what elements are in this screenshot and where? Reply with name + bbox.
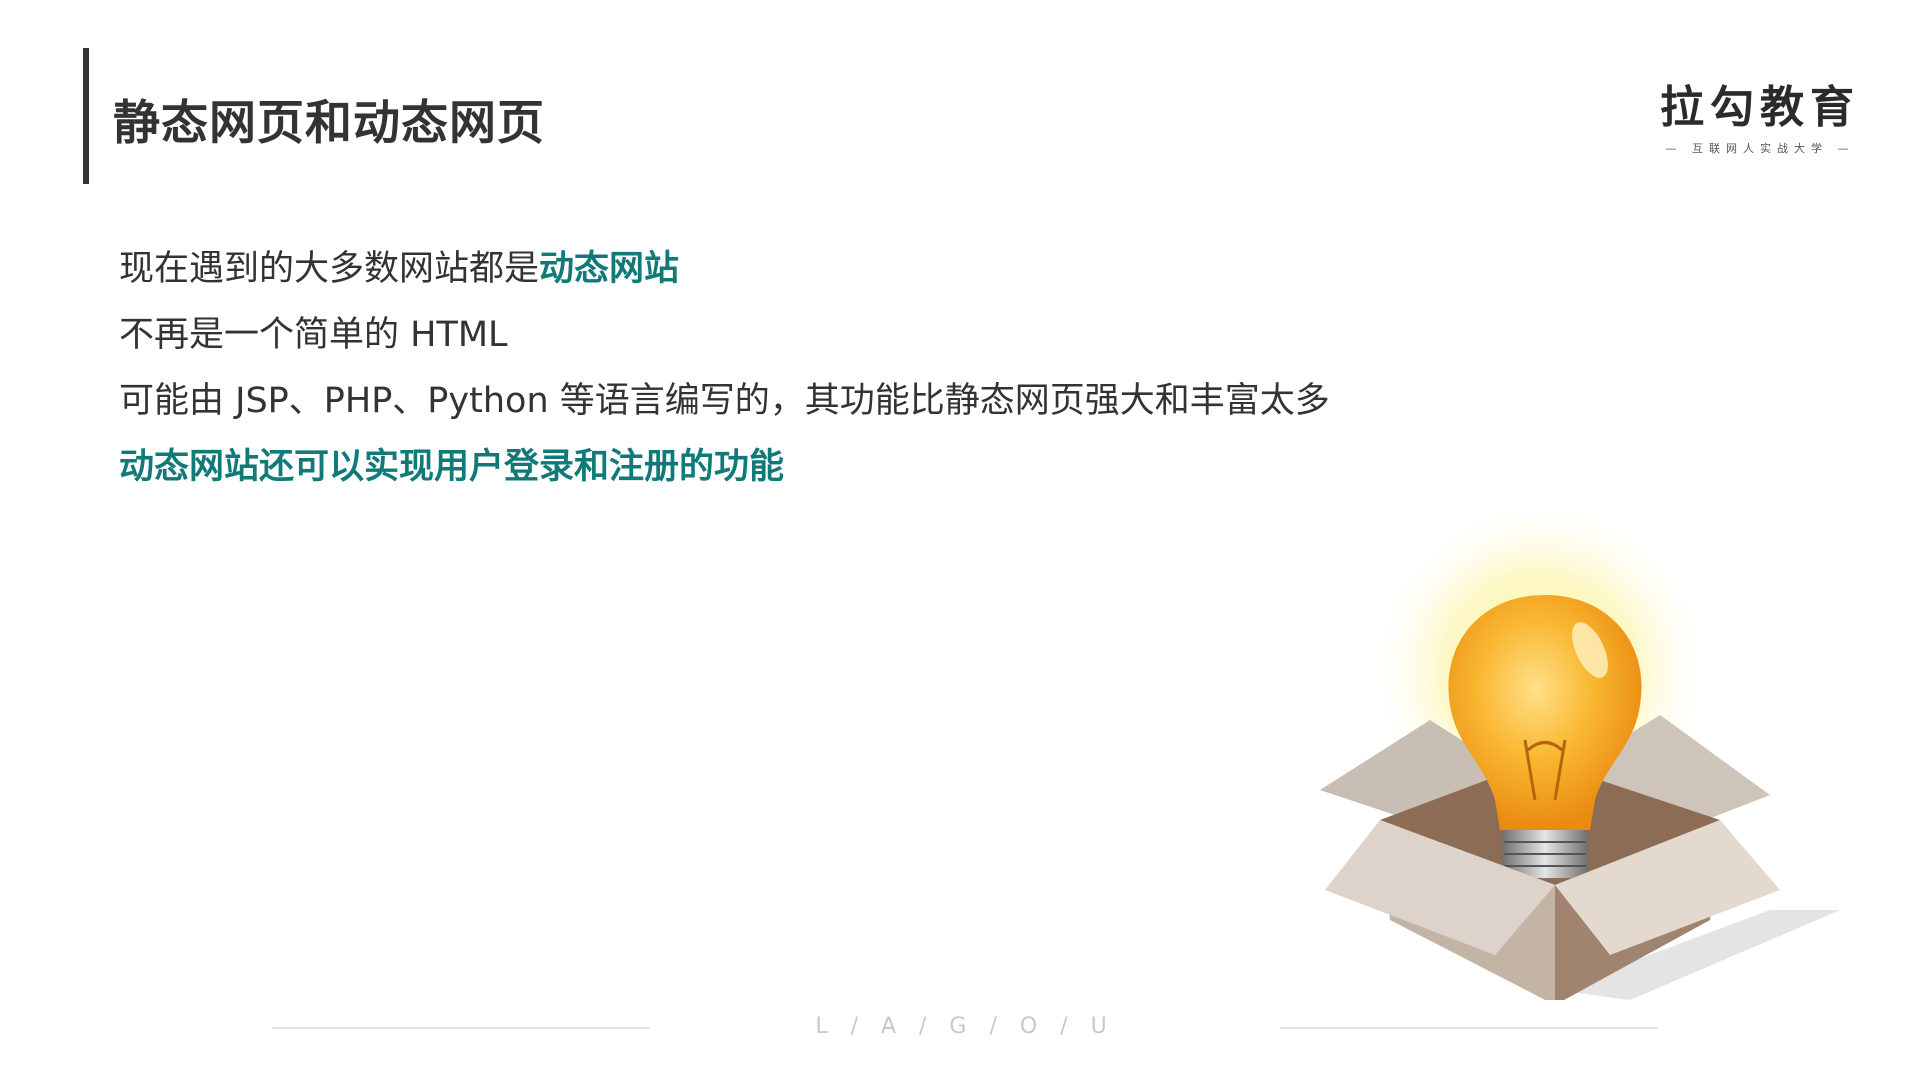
content-line-4: 动态网站还可以实现用户登录和注册的功能	[119, 447, 785, 487]
line-1-highlight: 动态网站	[539, 249, 680, 289]
lightbulb-box-svg	[1320, 495, 1840, 1005]
footer-brand-text: L / A / G / O / U	[815, 1014, 1115, 1039]
content-body: 现在遇到的大多数网站都是动态网站 不再是一个简单的 HTML 可能由 JSP、P…	[119, 236, 1330, 500]
brand-logo: 拉勾教育 — 互联网人实战大学 —	[1660, 82, 1860, 156]
content-line-1: 现在遇到的大多数网站都是动态网站	[119, 236, 1330, 302]
footer-rule-right	[1280, 1027, 1658, 1029]
logo-tagline: — 互联网人实战大学 —	[1665, 142, 1855, 156]
title-accent-bar	[83, 48, 89, 184]
footer-rule-left	[272, 1027, 650, 1029]
content-line-3: 可能由 JSP、PHP、Python 等语言编写的，其功能比静态网页强大和丰富太…	[119, 381, 1330, 421]
content-line-2: 不再是一个简单的 HTML	[119, 315, 508, 355]
lightbulb-box-illustration	[1300, 495, 1860, 1005]
logo-name: 拉勾教育	[1660, 82, 1860, 133]
slide-title: 静态网页和动态网页	[113, 96, 545, 151]
line-1-text: 现在遇到的大多数网站都是	[119, 249, 540, 289]
